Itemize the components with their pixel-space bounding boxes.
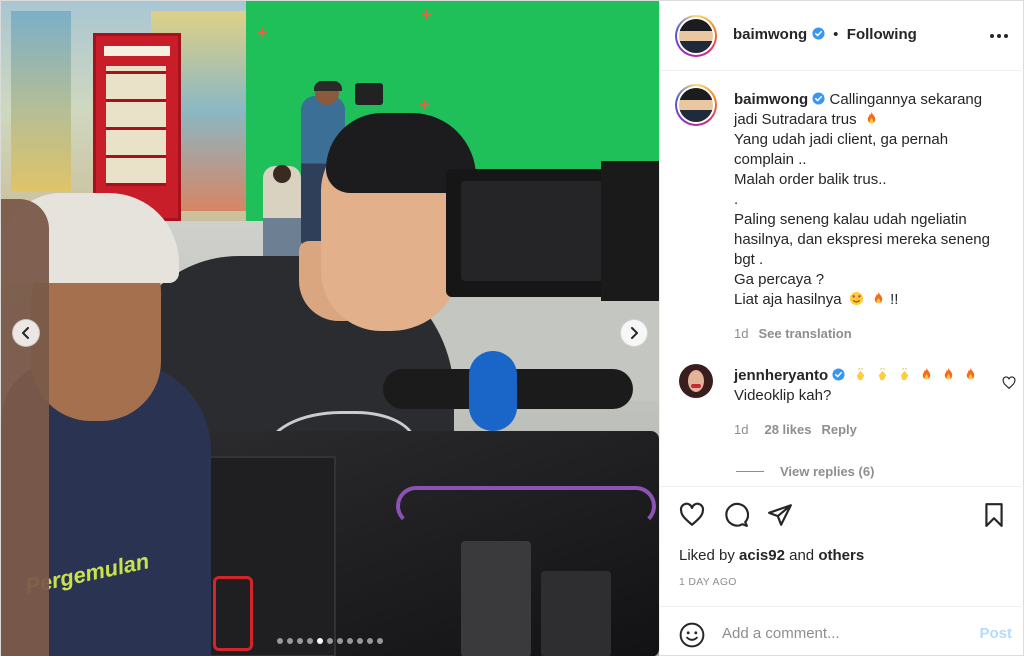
heart-eyes-emoji-icon: [849, 291, 863, 306]
caption-line: Liat aja hasilnya !!: [734, 290, 1004, 310]
bystander-head: [273, 165, 291, 183]
caption-text-line: Liat aja hasilnya: [734, 291, 842, 308]
caption-line: baimwong Callingannya sekarang jadi Sutr…: [734, 90, 1004, 130]
previous-photo-button[interactable]: [12, 319, 40, 347]
add-comment-bar: Post: [660, 606, 1024, 656]
carousel-dot: [277, 638, 283, 644]
next-photo-button[interactable]: [620, 319, 648, 347]
carousel-dot: [367, 638, 373, 644]
caption-text-line: .: [734, 191, 739, 208]
carousel-dot: [337, 638, 343, 644]
caption-username[interactable]: baimwong: [734, 91, 808, 108]
caption-text-line: !!: [890, 291, 899, 308]
comment-meta: 1d 28 likes Reply: [734, 420, 994, 440]
caption-text-line: Paling seneng kalau udah ngeliatin hasil…: [734, 211, 990, 268]
clapping-hands-emoji-icon: [856, 367, 864, 381]
more-options-icon[interactable]: [988, 26, 1010, 46]
fire-emoji-icon: [874, 291, 883, 304]
carousel-dot: [307, 638, 313, 644]
carousel-dot: [327, 638, 333, 644]
post-header: baimwong • Following: [660, 1, 1024, 71]
comment-icon[interactable]: [723, 502, 749, 528]
chevron-left-icon: [22, 327, 29, 339]
person-edge: [1, 199, 49, 656]
fire-emoji-icon: [967, 367, 975, 380]
post-actions: Liked by acis92 and others 1 DAY AGO: [660, 486, 1024, 606]
verified-badge-icon: [812, 92, 825, 105]
tracking-marker: +: [421, 5, 432, 25]
replies-divider: [736, 471, 764, 472]
carousel-dot: [377, 638, 383, 644]
purple-cable: [396, 486, 656, 526]
comment-age: 1d: [734, 422, 749, 437]
author-username[interactable]: baimwong: [733, 26, 807, 43]
comments-section: baimwong Callingannya sekarang jadi Sutr…: [660, 72, 1024, 485]
comment-likes-link[interactable]: 28 likes: [764, 422, 811, 437]
post-comment-button[interactable]: Post: [979, 625, 1012, 642]
view-replies-label: View replies (6): [780, 464, 875, 479]
author-avatar[interactable]: [675, 15, 717, 57]
verified-badge-icon: [832, 368, 845, 381]
header-separator: •: [833, 26, 839, 43]
tracking-marker: +: [419, 95, 430, 115]
bg-camera: [355, 83, 383, 105]
view-replies-button[interactable]: View replies (6): [736, 464, 874, 479]
comment-item: jennheryanto Videoklip kah? 1d 28 likes Re…: [734, 366, 994, 440]
comment-text: Videoklip kah?: [734, 387, 832, 404]
like-comment-heart-icon[interactable]: [1002, 376, 1016, 390]
caption-age: 1d: [734, 326, 749, 341]
comment-input[interactable]: [722, 620, 962, 646]
commenter-avatar[interactable]: [679, 364, 713, 398]
commenter-username[interactable]: jennheryanto: [734, 367, 828, 384]
caption-avatar[interactable]: [675, 84, 717, 126]
fire-emoji-icon: [867, 111, 875, 124]
see-translation-link[interactable]: See translation: [758, 326, 851, 341]
liked-by: Liked by acis92 and others: [679, 547, 864, 564]
post-dialog: + + + Pergemulan baimwong • Following ba…: [0, 0, 1024, 656]
mic-windscreen: [469, 351, 517, 431]
post-caption: baimwong Callingannya sekarang jadi Sutr…: [734, 90, 1004, 344]
mural-figure: [11, 11, 71, 191]
paper-plane-icon[interactable]: [767, 502, 793, 528]
fire-emoji-icon: [922, 367, 931, 380]
heart-icon[interactable]: [679, 502, 705, 528]
following-button[interactable]: Following: [847, 26, 917, 43]
chevron-right-icon: [631, 327, 638, 339]
caption-meta: 1d See translation: [734, 324, 1004, 344]
verified-badge-icon: [812, 27, 825, 40]
caption-text-line: Malah order balik trus..: [734, 171, 887, 188]
carousel-dot: [317, 638, 323, 644]
carousel-dot: [357, 638, 363, 644]
reply-button[interactable]: Reply: [821, 422, 856, 437]
liked-by-connector: and: [789, 547, 815, 564]
carousel-dot: [297, 638, 303, 644]
post-photo[interactable]: + + + Pergemulan: [1, 1, 659, 656]
bookmark-icon[interactable]: [981, 502, 1007, 528]
post-date: 1 DAY AGO: [679, 576, 737, 588]
caption-text-line: Yang udah jadi client, ga pernah complai…: [734, 131, 949, 168]
rig-arm: [601, 161, 659, 301]
caption-text-line: Ga percaya ?: [734, 271, 825, 288]
crew-cap: [314, 81, 342, 91]
clapping-hands-emoji-icon: [900, 367, 909, 381]
liked-by-user[interactable]: acis92: [739, 547, 785, 564]
liked-by-prefix: Liked by: [679, 547, 735, 564]
carousel-dot: [287, 638, 293, 644]
fire-emoji-icon: [944, 367, 953, 380]
carousel-dot: [347, 638, 353, 644]
clapping-hands-emoji-icon: [878, 367, 886, 381]
post-sidebar: baimwong • Following baimwong Callingann…: [659, 1, 1024, 656]
monitor-hood: [461, 181, 611, 281]
carousel-dots: [1, 638, 659, 644]
smiley-icon[interactable]: [679, 622, 705, 648]
tracking-marker: +: [257, 23, 268, 43]
liked-by-others[interactable]: others: [818, 547, 864, 564]
header-info: baimwong • Following: [733, 26, 917, 44]
